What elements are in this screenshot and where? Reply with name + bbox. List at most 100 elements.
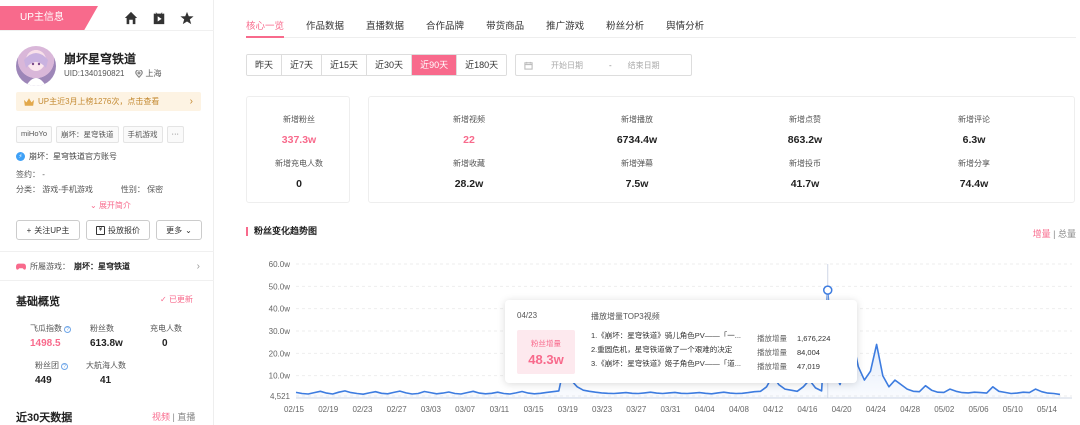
tab-recent-live[interactable]: 直播	[177, 412, 195, 422]
plus-icon: +	[26, 225, 32, 235]
end-date-input[interactable]: 结束日期	[628, 60, 660, 71]
feigua-index: 飞瓜指数? 1498.5	[30, 323, 71, 349]
x-tick-label: 02/23	[352, 405, 373, 414]
tab-fans-analysis[interactable]: 粉丝分析	[606, 18, 644, 32]
range-30-days[interactable]: 近30天	[367, 55, 413, 75]
fans-summary-card: 新增粉丝 337.3w 新增充电人数 0	[246, 96, 350, 203]
video-icon[interactable]	[152, 11, 166, 25]
range-7-days[interactable]: 近7天	[282, 55, 323, 75]
divider	[0, 251, 214, 252]
gamepad-icon	[16, 263, 26, 270]
tooltip-video-value: 47,019	[797, 362, 820, 371]
tab-works-data[interactable]: 作品数据	[306, 18, 344, 32]
x-tick-label: 04/04	[695, 405, 716, 414]
fan-group: 粉丝团? 449	[35, 360, 68, 386]
charge-value: 0	[162, 338, 168, 349]
metric-label: 新增投币	[789, 159, 821, 168]
chevron-right-icon: ›	[189, 96, 193, 107]
expand-intro-link[interactable]: ⌄ 展开简介	[90, 200, 131, 211]
tag-item[interactable]: 手机游戏	[122, 126, 163, 143]
up-uid-row: UID:1340190821 上海	[64, 68, 162, 79]
home-icon[interactable]	[124, 11, 138, 25]
verified-row: ⚡ 崩坏：星穹铁道官方账号	[16, 151, 117, 162]
tooltip-video-row[interactable]: 1.《崩坏：星穹铁道》骑儿角色PV——「一... 播放增量 1,676,224	[591, 330, 849, 344]
tag-more[interactable]: ···	[166, 126, 184, 143]
metric-label: 新增粉丝	[283, 115, 315, 124]
category-text: 分类： 游戏-手机游戏	[16, 185, 93, 194]
quote-button[interactable]: ¥ 投放报价	[86, 220, 150, 240]
date-separator: -	[609, 60, 612, 70]
tag-item[interactable]: 崩坏：星穹铁道	[56, 126, 119, 143]
y-tick-label: 50.0w	[269, 282, 291, 291]
metric-new-danmaku: 新增弹幕 7.5w	[587, 158, 687, 190]
basic-overview-title: 基础概览	[16, 296, 60, 308]
metric-label: 新增视频	[453, 115, 485, 124]
tab-brands[interactable]: 合作品牌	[426, 18, 464, 32]
x-tick-label: 03/19	[558, 405, 579, 414]
help-icon[interactable]: ?	[61, 363, 68, 370]
sidebar-top-icons	[124, 11, 194, 25]
metric-value: 74.4w	[959, 178, 989, 190]
toggle-increment[interactable]: 增量	[1033, 229, 1051, 239]
tooltip-video-label: 播放增量	[757, 348, 787, 357]
metric-new-favorites: 新增收藏 28.2w	[419, 158, 519, 190]
tab-products[interactable]: 带货商品	[486, 18, 524, 32]
tag-item[interactable]: miHoYo	[16, 126, 52, 143]
x-tick-label: 05/14	[1037, 405, 1058, 414]
tooltip-video-title: 2.重圆危机，星穹铁道做了一个艰难的决定	[591, 345, 733, 354]
metric-value: 6734.4w	[616, 134, 658, 146]
x-tick-label: 05/02	[934, 405, 955, 414]
chart-title: 粉丝变化趋势图	[246, 227, 317, 236]
quote-icon: ¥	[96, 225, 105, 235]
tab-core-overview[interactable]: 核心一览	[246, 18, 284, 32]
tooltip-video-value: 84,004	[797, 348, 820, 357]
tooltip-date: 04/23	[517, 311, 538, 320]
tab-opinion-analysis[interactable]: 舆情分析	[666, 18, 704, 32]
x-tick-label: 03/03	[421, 405, 442, 414]
chevron-right-icon: ›	[196, 261, 200, 272]
more-button[interactable]: 更多 ⌄	[156, 220, 202, 240]
up-info-tab[interactable]: UP主信息	[0, 6, 98, 30]
metric-value: 0	[296, 178, 302, 190]
tab-promo-games[interactable]: 推广游戏	[546, 18, 584, 32]
range-90-days[interactable]: 近90天	[412, 55, 458, 75]
chart-toggle: 增量 | 总量	[1033, 227, 1076, 240]
rank-banner[interactable]: UP主近3月上榜1276次，点击查看 ›	[16, 92, 201, 111]
updated-status: ✓ 已更新	[160, 295, 193, 304]
x-tick-label: 03/31	[660, 405, 681, 414]
charge-label: 充电人数	[150, 324, 182, 333]
calendar-icon	[524, 61, 533, 70]
y-tick-label: 20.0w	[269, 349, 291, 358]
help-icon[interactable]: ?	[64, 326, 71, 333]
x-tick-label: 04/12	[763, 405, 784, 414]
x-tick-label: 03/23	[592, 405, 613, 414]
range-180-days[interactable]: 近180天	[457, 55, 507, 75]
tooltip-video-row[interactable]: 2.重圆危机，星穹铁道做了一个艰难的决定 播放增量 84,004	[591, 344, 849, 358]
metric-value: 28.2w	[454, 178, 484, 190]
y-tick-label: 40.0w	[269, 305, 291, 314]
star-icon[interactable]	[180, 11, 194, 25]
metric-label: 新增弹幕	[621, 159, 653, 168]
metric-value: 6.3w	[962, 134, 986, 146]
content-metrics-card: 新增视频 22 新增播放 6734.4w 新增点赞 863.2w 新增评论 6.…	[368, 96, 1075, 203]
range-15-days[interactable]: 近15天	[322, 55, 368, 75]
game-row[interactable]: 所屬游戏： 崩坏：星穹铁道 ›	[16, 261, 200, 272]
tooltip-heading: 播放增量TOP3视频	[591, 312, 660, 321]
follow-button[interactable]: + 关注UP主	[16, 220, 80, 240]
location-text: 上海	[145, 69, 162, 78]
x-tick-label: 05/10	[1003, 405, 1024, 414]
date-range-group: 昨天 近7天 近15天 近30天 近90天 近180天	[246, 54, 508, 76]
tooltip-fans-label: 粉丝增量	[531, 339, 561, 348]
tab-recent-video[interactable]: 视频	[152, 412, 170, 422]
metric-new-comments: 新增评论 6.3w	[924, 114, 1024, 146]
start-date-input[interactable]: 开始日期	[551, 60, 583, 71]
date-range-picker[interactable]: 开始日期 - 结束日期	[515, 54, 692, 76]
tab-live-data[interactable]: 直播数据	[366, 18, 404, 32]
range-yesterday[interactable]: 昨天	[247, 55, 283, 75]
toggle-total[interactable]: 总量	[1058, 229, 1076, 239]
more-label: 更多	[166, 225, 183, 235]
metric-value: 7.5w	[625, 178, 649, 190]
up-uid: UID:1340190821	[64, 69, 125, 78]
tooltip-video-row[interactable]: 3.《崩坏：星穹铁道》姬子角色PV——「道... 播放增量 47,019	[591, 358, 849, 372]
active-tab-indicator	[246, 36, 284, 38]
